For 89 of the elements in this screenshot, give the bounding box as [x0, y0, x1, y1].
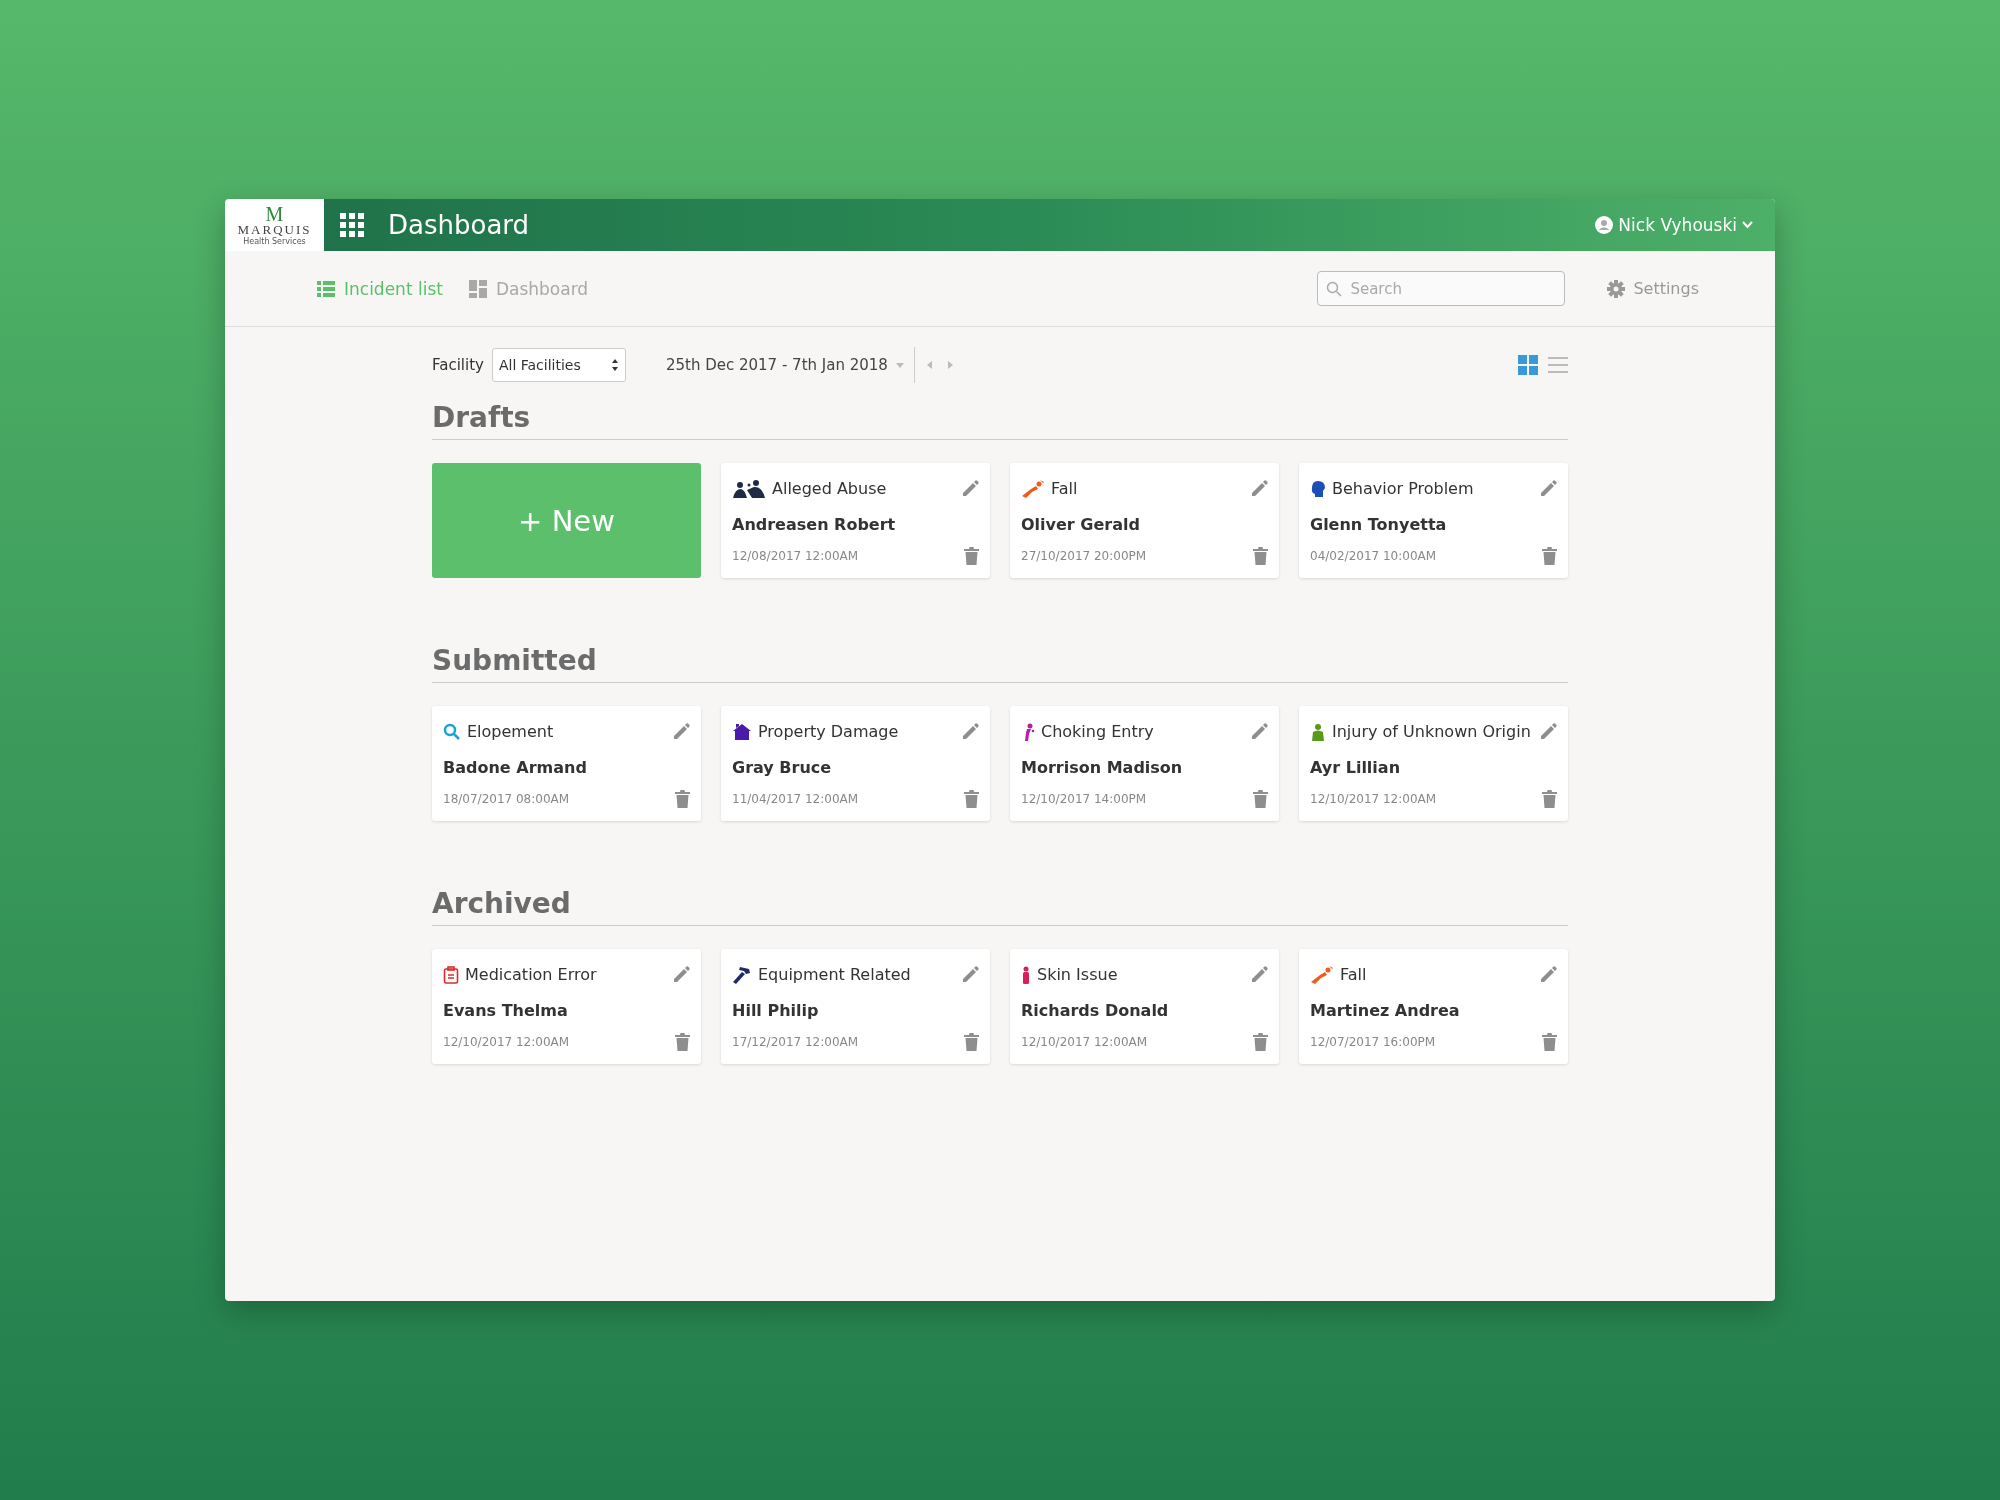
incident-type: Behavior Problem — [1332, 479, 1475, 498]
resident-name: Hill Philip — [732, 1001, 820, 1020]
incident-type: Injury of Unknown Origin — [1332, 722, 1532, 741]
incident-type: Skin Issue — [1037, 965, 1119, 984]
pencil-icon[interactable] — [1250, 479, 1268, 498]
incident-date: 27/10/2017 20:00PM — [1021, 549, 1148, 563]
resident-name: Glenn Tonyetta — [1310, 515, 1448, 534]
section-heading: Submitted — [432, 638, 1568, 683]
logo-name: MARQUIS — [237, 222, 312, 237]
page-title: Dashboard — [388, 210, 530, 240]
incident-type: Fall — [1051, 479, 1079, 498]
incident-date: 12/08/2017 12:00AM — [732, 549, 860, 563]
incident-type: Medication Error — [465, 965, 598, 984]
trash-icon[interactable] — [1542, 1033, 1557, 1051]
incident-date: 12/10/2017 14:00PM — [1021, 792, 1148, 806]
resident-name: Richards Donald — [1021, 1001, 1170, 1020]
pencil-icon[interactable] — [961, 965, 979, 984]
incident-type: Alleged Abuse — [772, 479, 888, 498]
incident-type: Choking Entry — [1041, 722, 1155, 741]
incident-card[interactable]: Alleged Abuse Andreasen Robert 12/08/2017 12:00AM — [721, 463, 990, 578]
pencil-icon[interactable] — [1539, 479, 1557, 498]
incident-date: 12/07/2017 16:00PM — [1310, 1035, 1437, 1049]
resident-name: Oliver Gerald — [1021, 515, 1141, 534]
logo-tagline: Health Services — [243, 236, 306, 246]
resident-name: Badone Armand — [443, 758, 588, 777]
resident-name: Andreasen Robert — [732, 515, 897, 534]
pencil-icon[interactable] — [672, 722, 690, 741]
incident-card[interactable]: Choking Entry Morrison Madison 12/10/2017 14:00PM — [1010, 706, 1279, 821]
list-icon — [317, 280, 335, 297]
incident-card[interactable]: Behavior Problem Glenn Tonyetta 04/02/2017 10:00AM — [1299, 463, 1568, 578]
resident-name: Evans Thelma — [443, 1001, 569, 1020]
incident-type: Property Damage — [758, 722, 900, 741]
resident-name: Martinez Andrea — [1310, 1001, 1461, 1020]
date-range[interactable]: 25th Dec 2017 - 7th Jan 2018 — [665, 356, 888, 374]
list-view-icon[interactable] — [1548, 355, 1568, 375]
facility-select[interactable]: All Facilities — [491, 348, 626, 382]
incident-card[interactable]: Medication Error Evans Thelma 12/10/2017 12:00AM — [432, 949, 701, 1064]
incident-card[interactable]: Fall Oliver Gerald 27/10/2017 20:00PM — [1010, 463, 1279, 578]
incident-card[interactable]: Fall Martinez Andrea 12/07/2017 16:00PM — [1299, 949, 1568, 1064]
incident-card[interactable]: Injury of Unknown Origin Ayr Lillian 12/10/2017 12:00AM — [1299, 706, 1568, 821]
pencil-icon[interactable] — [961, 722, 979, 741]
incident-card[interactable]: Property Damage Gray Bruce 11/04/2017 12:00AM — [721, 706, 990, 821]
grid-view-icon[interactable] — [1518, 355, 1538, 375]
trash-icon[interactable] — [1542, 547, 1557, 565]
trash-icon[interactable] — [964, 547, 979, 565]
user-avatar-icon[interactable] — [1595, 216, 1614, 234]
trash-icon[interactable] — [964, 1033, 979, 1051]
caret-down-icon[interactable] — [895, 362, 904, 368]
settings-icon[interactable] — [1607, 279, 1626, 298]
search-field[interactable]: Search — [1317, 271, 1566, 306]
trash-icon[interactable] — [1253, 1033, 1268, 1051]
logo-mark: M — [265, 204, 284, 223]
incident-date: 11/04/2017 12:00AM — [732, 792, 860, 806]
incident-card[interactable]: Equipment Related Hill Philip 17/12/2017 12:00AM — [721, 949, 990, 1064]
dashboard-icon — [468, 279, 487, 298]
trash-icon[interactable] — [1542, 790, 1557, 808]
incident-date: 12/10/2017 12:00AM — [1310, 792, 1438, 806]
incident-type: Elopement — [467, 722, 555, 741]
previous-icon[interactable] — [926, 361, 932, 369]
trash-icon[interactable] — [964, 790, 979, 808]
section-heading: Drafts — [432, 395, 1568, 440]
next-icon[interactable] — [947, 361, 953, 369]
section-heading: Archived — [432, 881, 1568, 926]
incident-date: 18/07/2017 08:00AM — [443, 792, 571, 806]
incident-date: 04/02/2017 10:00AM — [1310, 549, 1438, 563]
resident-name: Ayr Lillian — [1310, 758, 1402, 777]
resident-name: Morrison Madison — [1021, 758, 1184, 777]
pencil-icon[interactable] — [961, 479, 979, 498]
resident-name: Gray Bruce — [732, 758, 833, 777]
incident-type: Fall — [1340, 965, 1368, 984]
up-down-arrows-icon — [610, 358, 619, 372]
trash-icon[interactable] — [675, 790, 690, 808]
pencil-icon[interactable] — [1250, 965, 1268, 984]
apps-grid-icon[interactable] — [340, 213, 364, 237]
chevron-down-icon[interactable] — [1742, 221, 1753, 229]
trash-icon[interactable] — [1253, 547, 1268, 565]
trash-icon[interactable] — [1253, 790, 1268, 808]
incident-type: Equipment Related — [758, 965, 912, 984]
pencil-icon[interactable] — [672, 965, 690, 984]
pencil-icon[interactable] — [1539, 722, 1557, 741]
incident-card[interactable]: Skin Issue Richards Donald 12/10/2017 12:00AM — [1010, 949, 1279, 1064]
incident-date: 17/12/2017 12:00AM — [732, 1035, 860, 1049]
trash-icon[interactable] — [675, 1033, 690, 1051]
pencil-icon[interactable] — [1250, 722, 1268, 741]
incident-date: 12/10/2017 12:00AM — [443, 1035, 571, 1049]
incident-date: 12/10/2017 12:00AM — [1021, 1035, 1149, 1049]
facility-label: Facility — [432, 356, 484, 374]
pencil-icon[interactable] — [1539, 965, 1557, 984]
incident-card[interactable]: Elopement Badone Armand 18/07/2017 08:00AM — [432, 706, 701, 821]
